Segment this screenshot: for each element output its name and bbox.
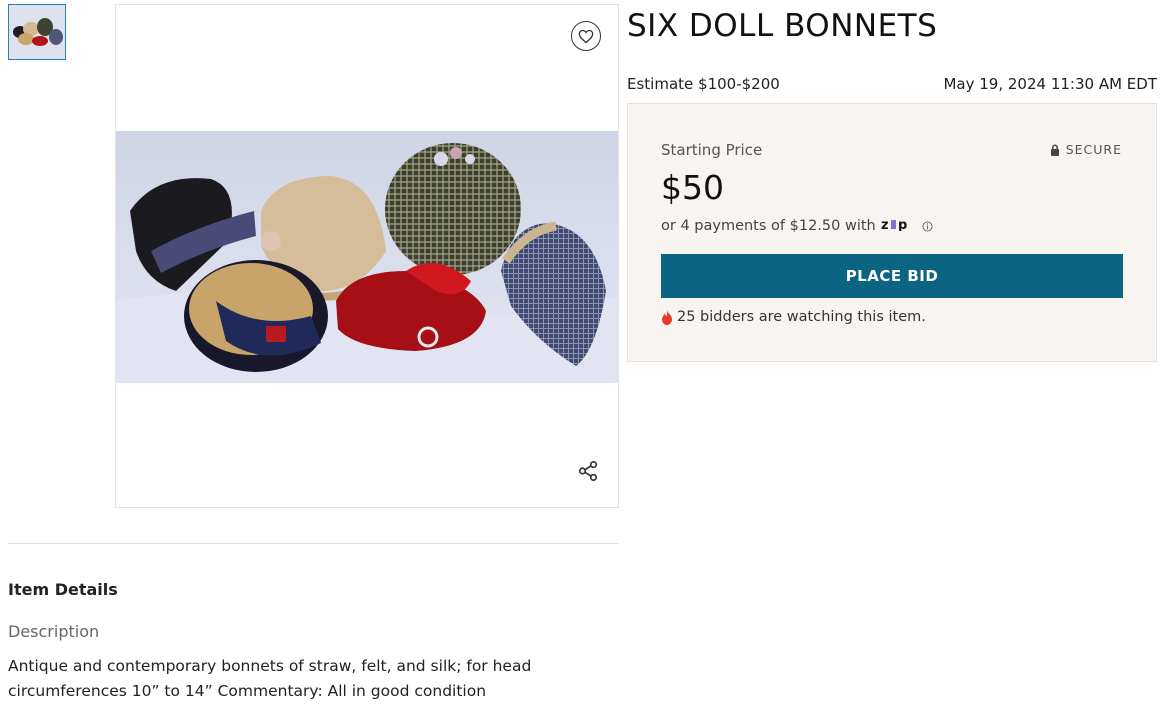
favorite-button[interactable] [571,21,601,51]
flame-icon [662,309,672,325]
thumbnail-image[interactable] [8,4,66,60]
share-icon[interactable] [577,460,599,482]
description-text: Antique and contemporary bonnets of stra… [8,657,532,700]
lock-icon [1050,144,1059,156]
secure-label: SECURE [1065,142,1122,157]
section-divider [8,543,619,544]
thumbnail-photo [9,5,65,59]
watchers-text: 25 bidders are watching this item. [677,309,926,325]
auction-datetime: May 19, 2024 11:30 AM EDT [943,75,1157,93]
secure-badge: SECURE [1050,142,1122,157]
bonnets-photo [116,131,618,383]
place-bid-button[interactable]: PLACE BID [661,254,1123,298]
heart-icon [578,29,594,43]
starting-price-value: $50 [661,168,724,207]
description-label: Description [8,622,100,641]
watchers-info: 25 bidders are watching this item. [661,309,926,325]
estimate-text: Estimate $100-$200 [627,75,780,93]
bid-panel: Starting Price SECURE $50 or 4 payments … [627,103,1157,362]
info-icon[interactable] [922,220,933,232]
zip-logo: z p [881,217,917,235]
svg-text:p: p [898,218,908,231]
zip-logo-mark: z p [881,218,908,233]
installments-text: or 4 payments of $12.50 with [661,218,876,234]
svg-text:z: z [881,218,889,231]
installments-info: or 4 payments of $12.50 with z p [661,217,933,235]
item-title: SIX DOLL BONNETS [627,8,938,44]
item-details-heading: Item Details [8,580,118,599]
starting-price-label: Starting Price [661,141,763,159]
main-image-viewer[interactable] [115,4,619,508]
